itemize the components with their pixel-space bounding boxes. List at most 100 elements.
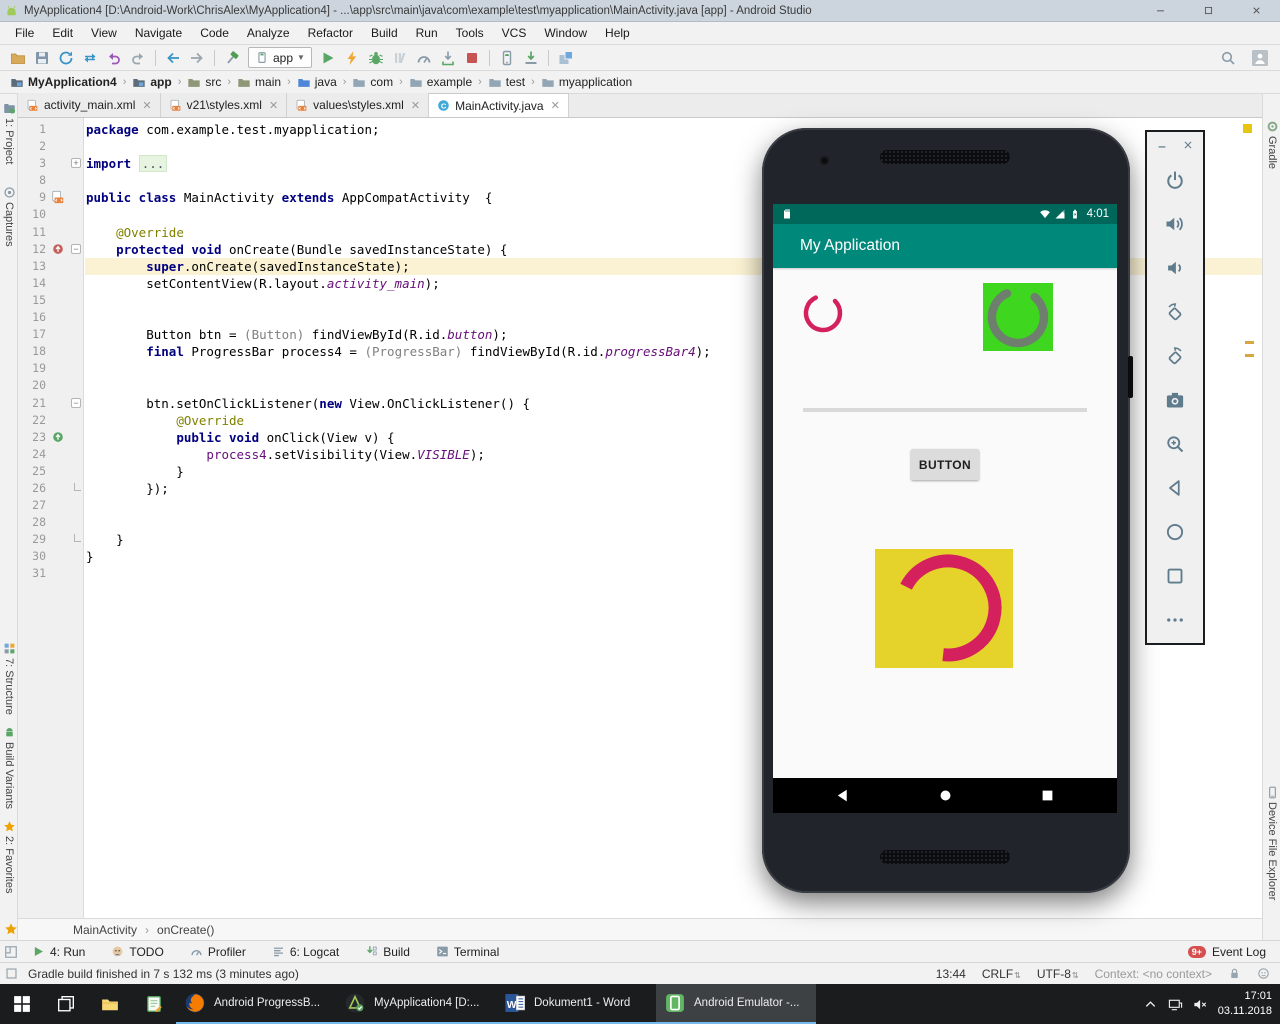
menu-edit[interactable]: Edit	[43, 23, 82, 43]
line-number[interactable]: 11	[18, 224, 46, 241]
attach-debugger-button[interactable]	[436, 47, 460, 69]
tool-stripe-gradle[interactable]: Gradle	[1263, 120, 1280, 169]
menu-navigate[interactable]: Navigate	[126, 23, 191, 43]
line-number[interactable]: 21	[18, 395, 46, 412]
nav-home-button[interactable]	[938, 788, 953, 803]
menu-code[interactable]: Code	[191, 23, 238, 43]
toolwindow-build[interactable]: Build	[365, 945, 410, 959]
nav-back-button[interactable]	[835, 788, 850, 803]
emulator-power-button[interactable]	[1147, 158, 1203, 202]
line-number[interactable]: 13	[18, 258, 46, 275]
taskbar-app-android-studio[interactable]: MyApplication4 [D:...	[336, 984, 496, 1024]
line-number[interactable]: 16	[18, 309, 46, 326]
menu-build[interactable]: Build	[362, 23, 407, 43]
context-indicator[interactable]: Context: <no context>	[1095, 967, 1212, 981]
error-stripe-tick[interactable]	[1245, 341, 1254, 344]
emulator-close-button[interactable]	[1183, 140, 1193, 150]
emulator-minimize-button[interactable]	[1157, 140, 1167, 150]
tool-stripe-1-project[interactable]: 1: Project	[0, 102, 18, 164]
menu-file[interactable]: File	[6, 23, 43, 43]
gutter-layout-file-icon[interactable]	[51, 190, 65, 204]
profiler-button[interactable]	[412, 47, 436, 69]
emulator-screenshot-button[interactable]	[1147, 378, 1203, 422]
encoding-selector[interactable]: UTF-8⇅	[1037, 967, 1079, 981]
menu-run[interactable]: Run	[407, 23, 447, 43]
breadcrumb-item-example[interactable]: example	[407, 75, 474, 89]
emulator-overview-button[interactable]	[1147, 554, 1203, 598]
toolwindow-terminal[interactable]: Terminal	[436, 945, 499, 959]
app-button[interactable]: BUTTON	[911, 449, 979, 480]
line-ending-selector[interactable]: CRLF⇅	[982, 967, 1021, 981]
toolwindow-todo[interactable]: TODO	[111, 945, 163, 959]
line-number[interactable]: 15	[18, 292, 46, 309]
line-number[interactable]: 28	[18, 514, 46, 531]
status-toggle-icon[interactable]	[5, 967, 18, 980]
menu-refactor[interactable]: Refactor	[299, 23, 362, 43]
error-stripe-tick[interactable]	[1245, 354, 1254, 357]
toolwindow-4-run[interactable]: 4: Run	[32, 945, 85, 959]
menu-tools[interactable]: Tools	[447, 23, 493, 43]
fold-marker[interactable]: −	[71, 244, 81, 254]
tray-volume-muted-icon[interactable]	[1193, 997, 1208, 1012]
menu-vcs[interactable]: VCS	[493, 23, 536, 43]
close-button[interactable]	[1232, 0, 1280, 22]
favorites-star-icon[interactable]	[4, 922, 18, 936]
breadcrumb-item-app[interactable]: app	[130, 75, 173, 89]
hector-inspector-icon[interactable]	[1257, 967, 1270, 980]
menu-view[interactable]: View	[82, 23, 126, 43]
tab-close-icon[interactable]: ✕	[142, 99, 151, 112]
emulator-volume-down-button[interactable]	[1147, 246, 1203, 290]
save-all-button[interactable]	[30, 47, 54, 69]
line-number[interactable]: 30	[18, 548, 46, 565]
toolwindow-profiler[interactable]: Profiler	[190, 945, 246, 959]
forward-button[interactable]	[185, 47, 209, 69]
line-number[interactable]: 14	[18, 275, 46, 292]
stop-button[interactable]	[460, 47, 484, 69]
emulator-zoom-button[interactable]	[1147, 422, 1203, 466]
undo-button[interactable]	[102, 47, 126, 69]
breadcrumb-item-myapplication4[interactable]: MyApplication4	[8, 75, 119, 89]
emulator-rotate-left-button[interactable]	[1147, 290, 1203, 334]
fold-marker[interactable]: −	[71, 398, 81, 408]
event-log-button[interactable]: 9+ Event Log	[1188, 945, 1280, 959]
tab-v21-styles-xml[interactable]: v21\styles.xml✕	[161, 93, 288, 117]
tab-values-styles-xml[interactable]: values\styles.xml✕	[287, 93, 429, 117]
start-button[interactable]	[0, 984, 44, 1024]
tool-stripe-captures[interactable]: Captures	[0, 186, 18, 247]
avatar-button[interactable]	[1248, 47, 1272, 69]
line-number[interactable]: 20	[18, 377, 46, 394]
error-stripe-warning-block[interactable]	[1243, 124, 1252, 133]
menu-analyze[interactable]: Analyze	[238, 23, 299, 43]
toolwindow-6-logcat[interactable]: 6: Logcat	[272, 945, 339, 959]
line-number[interactable]: 2	[18, 138, 46, 155]
run-button[interactable]	[316, 47, 340, 69]
file-explorer-button[interactable]	[88, 984, 132, 1024]
breadcrumb-item-test[interactable]: test	[486, 75, 527, 89]
debug-button[interactable]	[364, 47, 388, 69]
breadcrumb-item-java[interactable]: java	[295, 75, 339, 89]
fold-marker[interactable]: +	[71, 158, 81, 168]
line-number[interactable]: 19	[18, 360, 46, 377]
emulator-more-button[interactable]	[1147, 598, 1203, 642]
tab-close-icon[interactable]: ✕	[551, 99, 560, 112]
line-number[interactable]: 3	[18, 155, 46, 172]
sync-gradle-button[interactable]	[78, 47, 102, 69]
emulator-home-button[interactable]	[1147, 510, 1203, 554]
breadcrumb-class[interactable]: MainActivity	[73, 923, 137, 937]
taskbar-app-emulator[interactable]: Android Emulator -...	[656, 984, 816, 1024]
emulator-rotate-right-button[interactable]	[1147, 334, 1203, 378]
tab-close-icon[interactable]: ✕	[411, 99, 420, 112]
line-number[interactable]: 18	[18, 343, 46, 360]
line-number[interactable]: 10	[18, 206, 46, 223]
avd-manager-button[interactable]	[495, 47, 519, 69]
tray-chevron-icon[interactable]	[1143, 997, 1158, 1012]
tray-network-icon[interactable]	[1168, 997, 1183, 1012]
tool-stripe-build-variants[interactable]: Build Variants	[0, 726, 18, 809]
menu-help[interactable]: Help	[596, 23, 639, 43]
line-number[interactable]: 26	[18, 480, 46, 497]
tool-window-switcher-icon[interactable]	[4, 945, 18, 959]
redo-button[interactable]	[126, 47, 150, 69]
open-folder-button[interactable]	[6, 47, 30, 69]
taskbar-app-word[interactable]: WDokument1 - Word	[496, 984, 656, 1024]
line-number[interactable]: 27	[18, 497, 46, 514]
